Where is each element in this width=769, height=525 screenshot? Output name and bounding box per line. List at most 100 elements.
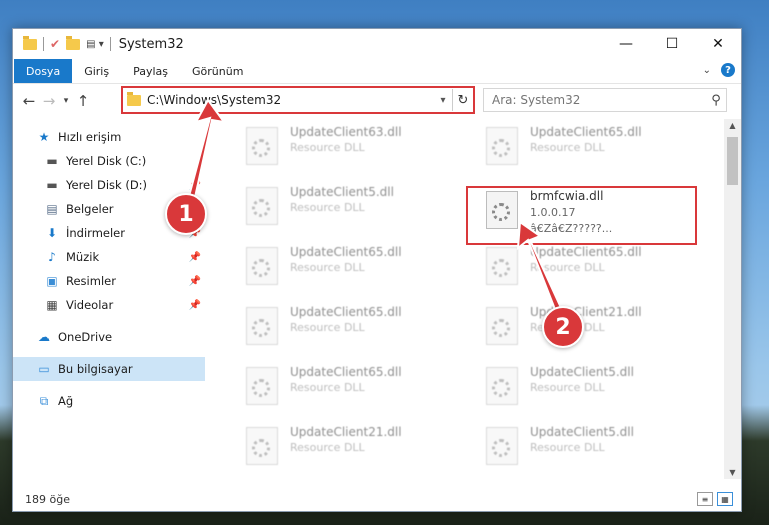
file-item[interactable]: UpdateClient65.dll Resource DLL (220, 305, 440, 349)
file-item[interactable]: UpdateClient65.dll Resource DLL (460, 245, 680, 289)
file-description: Resource DLL (530, 441, 605, 454)
download-icon: ⬇ (46, 226, 58, 240)
search-icon[interactable]: ⚲ (706, 93, 726, 108)
dll-file-icon (486, 245, 518, 285)
nav-label: Belgeler (66, 202, 114, 216)
nav-onedrive[interactable]: ☁ OneDrive (13, 325, 205, 349)
file-list: UpdateClient63.dll Resource DLL UpdateCli… (206, 119, 724, 474)
dll-file-icon (246, 305, 278, 345)
file-item[interactable]: UpdateClient21.dll Resource DLL (220, 425, 440, 469)
maximize-button[interactable]: ☐ (649, 29, 695, 59)
file-item[interactable]: UpdateClient65.dll Resource DLL (220, 365, 440, 409)
file-name: UpdateClient65.dll (530, 125, 642, 139)
pin-icon: 📌 (188, 179, 201, 191)
nav-music[interactable]: ♪ Müzik 📌 (13, 245, 205, 269)
dll-file-icon (486, 365, 518, 405)
nav-label: Hızlı erişim (58, 130, 122, 144)
divider (43, 37, 44, 51)
explorer-window: ✔ ▤ ▾ System32 — ☐ ✕ Dosya Giriş Paylaş … (12, 28, 742, 512)
cloud-icon: ☁ (38, 330, 50, 344)
vertical-scrollbar[interactable]: ▲ ▼ (724, 119, 741, 479)
file-description: Resource DLL (290, 381, 365, 394)
close-button[interactable]: ✕ (695, 29, 741, 59)
navigation-pane: ★ Hızlı erişim ▬ Yerel Disk (C:) ▬ Yerel… (13, 119, 205, 474)
video-icon: ▦ (46, 298, 58, 312)
file-description: Resource DLL (290, 201, 365, 214)
step-marker-2: 2 (542, 306, 584, 348)
pin-icon: 📌 (188, 275, 201, 287)
scrollbar-thumb[interactable] (727, 137, 738, 185)
nav-label: Yerel Disk (D:) (66, 178, 148, 192)
nav-label: Müzik (66, 250, 100, 264)
minimize-button[interactable]: — (603, 29, 649, 59)
nav-pictures[interactable]: ▣ Resimler 📌 (13, 269, 205, 293)
tab-file[interactable]: Dosya (14, 59, 73, 83)
file-item[interactable]: UpdateClient5.dll Resource DLL (460, 425, 680, 469)
computer-icon: ▭ (38, 362, 50, 376)
quick-access-toolbar: ✔ ▤ ▾ (13, 35, 111, 51)
up-arrow-icon[interactable]: ↑ (73, 92, 93, 110)
dll-file-icon (486, 125, 518, 165)
file-description: Resource DLL (290, 141, 365, 154)
file-name: UpdateClient5.dll (530, 425, 634, 439)
nav-videos[interactable]: ▦ Videolar 📌 (13, 293, 205, 317)
address-bar[interactable]: C:\Windows\System32 ▾ ↻ (121, 86, 475, 114)
file-description: Resource DLL (290, 321, 365, 334)
file-item[interactable]: UpdateClient5.dll Resource DLL (220, 185, 440, 229)
view-buttons: ≡ ▦ (697, 492, 733, 506)
folder-icon (23, 35, 37, 50)
customize-toolbar-icon[interactable]: ▤ ▾ (86, 39, 104, 50)
search-input[interactable] (484, 92, 706, 108)
file-highlight-box (466, 186, 697, 245)
expand-ribbon-icon[interactable]: ⌄ (703, 65, 711, 76)
file-item[interactable]: UpdateClient63.dll Resource DLL (220, 125, 440, 169)
recent-locations-icon[interactable]: ▾ (59, 96, 73, 106)
item-count: 189 öğe (25, 492, 70, 506)
nav-this-pc[interactable]: ▭ Bu bilgisayar (13, 357, 205, 381)
file-item[interactable]: UpdateClient65.dll Resource DLL (460, 125, 680, 169)
dll-file-icon (246, 425, 278, 465)
file-item[interactable]: UpdateClient5.dll Resource DLL (460, 365, 680, 409)
nav-label: Bu bilgisayar (58, 362, 133, 376)
address-path[interactable]: C:\Windows\System32 (147, 93, 434, 107)
help-icon[interactable]: ? (721, 63, 735, 77)
properties-icon[interactable]: ✔ (50, 37, 60, 51)
new-folder-icon[interactable] (66, 35, 81, 50)
address-row: ← → ▾ ↑ C:\Windows\System32 ▾ ↻ ⚲ (13, 84, 741, 118)
scroll-down-icon[interactable]: ▼ (724, 468, 741, 477)
file-name: UpdateClient65.dll (290, 245, 402, 259)
forward-arrow-icon[interactable]: → (39, 92, 59, 110)
divider (109, 37, 111, 51)
step-marker-1: 1 (165, 193, 207, 235)
details-view-icon[interactable]: ≡ (697, 492, 713, 506)
file-item[interactable]: UpdateClient65.dll Resource DLL (220, 245, 440, 289)
nav-local-disk-c[interactable]: ▬ Yerel Disk (C:) (13, 149, 205, 173)
file-name: UpdateClient5.dll (530, 365, 634, 379)
tab-share[interactable]: Paylaş (121, 59, 180, 83)
nav-label: Resimler (66, 274, 116, 288)
chevron-down-icon[interactable]: ▾ (434, 95, 452, 106)
folder-icon (127, 91, 141, 106)
nav-label: OneDrive (58, 330, 113, 344)
dll-file-icon (486, 425, 518, 465)
nav-local-disk-d[interactable]: ▬ Yerel Disk (D:) 📌 (13, 173, 205, 197)
back-arrow-icon[interactable]: ← (19, 92, 39, 110)
nav-label: Ağ (58, 394, 74, 408)
drive-icon: ▬ (46, 154, 58, 168)
nav-label: İndirmeler (66, 226, 125, 240)
file-description: Resource DLL (530, 261, 605, 274)
large-icons-view-icon[interactable]: ▦ (717, 492, 733, 506)
tab-view[interactable]: Görünüm (180, 59, 255, 83)
nav-quick-access[interactable]: ★ Hızlı erişim (13, 125, 205, 149)
nav-network[interactable]: ⧉ Ağ (13, 389, 205, 413)
file-name: UpdateClient21.dll (290, 425, 402, 439)
scroll-up-icon[interactable]: ▲ (724, 121, 741, 130)
file-description: Resource DLL (530, 141, 605, 154)
search-box[interactable]: ⚲ (483, 88, 727, 112)
file-name: UpdateClient63.dll (290, 125, 402, 139)
nav-label: Videolar (66, 298, 114, 312)
refresh-icon[interactable]: ↻ (452, 89, 473, 111)
file-description: Resource DLL (290, 441, 365, 454)
dll-file-icon (246, 365, 278, 405)
tab-home[interactable]: Giriş (72, 59, 121, 83)
